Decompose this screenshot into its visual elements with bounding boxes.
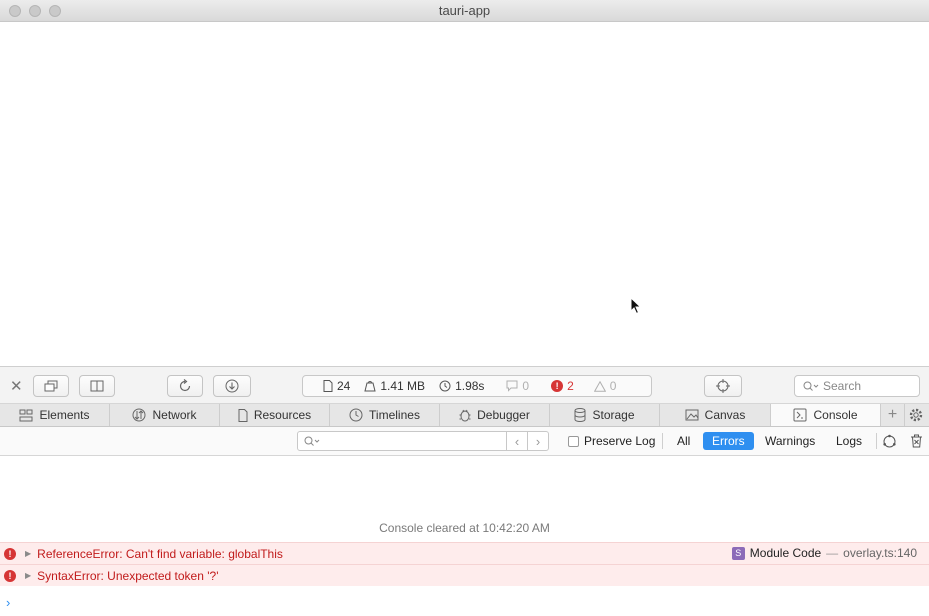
filter-warnings[interactable]: Warnings [756,432,824,450]
window-title: tauri-app [438,3,491,18]
search-placeholder: Search [823,379,862,393]
previous-match-button[interactable]: ‹ [506,431,528,451]
console-cleared-message: Console cleared at 10:42:20 AM [379,521,550,535]
console-message[interactable]: ! ▶ SyntaxError: Unexpected token '?' [0,564,929,586]
cycle-icon [882,434,896,447]
warning-count[interactable]: 0 [593,379,616,393]
resource-count[interactable]: 24 [323,379,350,393]
detach-inspector-button[interactable] [33,375,69,397]
plus-icon: + [887,406,898,423]
console-filter-input[interactable] [297,431,507,451]
filter-search-icon [304,436,320,446]
console-icon [793,408,807,422]
warning-icon [593,380,606,392]
document-icon [323,380,333,392]
gear-icon [909,408,923,422]
settings-button[interactable] [905,404,927,426]
tab-network[interactable]: Network [110,404,220,426]
inspect-element-button[interactable] [704,375,742,397]
add-tab-button[interactable]: + [881,404,905,426]
download-button[interactable] [213,375,251,397]
canvas-icon [685,409,699,421]
preserve-log-toggle[interactable]: Preserve Log [568,434,655,448]
script-badge-icon: S [731,546,745,560]
disclosure-triangle-icon[interactable]: ▶ [25,571,31,580]
close-inspector-icon[interactable]: ✕ [10,377,23,395]
reload-icon [179,379,191,392]
error-icon: ! [4,569,16,582]
chevron-right-icon: › [535,433,541,449]
preserve-log-label: Preserve Log [584,434,656,448]
webview-content[interactable] [0,22,929,366]
dock-side-icon [90,380,104,392]
mouse-cursor-icon [630,297,642,315]
preserve-log-checkbox[interactable] [568,435,579,447]
window-titlebar: tauri-app [0,0,929,22]
error-icon: ! [4,547,16,560]
chevron-left-icon: ‹ [514,433,520,449]
inspector-toolbar: ✕ 24 1.41 MB 1.98s 0 ! 2 0 Search [0,366,929,404]
source-separator: — [826,546,839,560]
load-time[interactable]: 1.98s [439,379,484,393]
console-prompt-icon[interactable]: › [6,595,10,610]
detach-window-icon [44,380,58,392]
timelines-icon [349,408,363,422]
inspector-tabbar: Elements Network Resources Timelines Deb… [0,404,929,427]
console-message[interactable]: ! ▶ ReferenceError: Can't find variable:… [0,542,929,564]
error-text: ReferenceError: Can't find variable: glo… [37,546,283,561]
network-icon [132,408,146,422]
clear-console-button[interactable] [907,432,925,450]
divider [662,433,663,449]
filter-errors[interactable]: Errors [703,432,754,450]
close-window-button[interactable] [9,5,21,17]
resources-icon [238,408,248,422]
zoom-window-button[interactable] [49,5,61,17]
tab-timelines[interactable]: Timelines [330,404,440,426]
search-field[interactable]: Search [794,375,920,397]
error-icon: ! [551,380,564,392]
tab-resources[interactable]: Resources [220,404,330,426]
source-location-link[interactable]: overlay.ts:140 [843,546,917,560]
tab-console[interactable]: Console [771,404,881,426]
error-count[interactable]: ! 2 [551,379,574,393]
tab-storage[interactable]: Storage [550,404,660,426]
clock-icon [439,380,451,392]
elements-icon [19,409,33,421]
minimize-window-button[interactable] [29,5,41,17]
download-icon [225,379,239,393]
storage-icon [574,408,586,422]
search-icon [803,381,819,391]
tab-canvas[interactable]: Canvas [660,404,771,426]
filter-logs[interactable]: Logs [827,432,871,450]
source-label: Module Code [749,546,822,560]
message-source[interactable]: S Module Code — overlay.ts:140 [731,546,917,560]
dock-side-button[interactable] [79,375,115,397]
debugger-icon [459,409,471,422]
tab-debugger[interactable]: Debugger [440,404,550,426]
resource-size[interactable]: 1.41 MB [364,379,425,393]
tab-elements[interactable]: Elements [0,404,110,426]
window-controls [9,5,61,17]
next-match-button[interactable]: › [527,431,549,451]
console-output[interactable]: Console cleared at 10:42:20 AM ! ▶ Refer… [0,456,929,616]
filter-all[interactable]: All [668,432,699,450]
activity-viewer: 24 1.41 MB 1.98s 0 ! 2 0 [302,375,652,397]
divider [876,433,877,449]
reload-button[interactable] [167,375,203,397]
console-filter-bar: ‹ › Preserve Log All Errors Warnings Log… [0,427,929,456]
crosshair-icon [716,379,730,393]
evaluate-context-button[interactable] [880,432,898,450]
disclosure-triangle-icon[interactable]: ▶ [25,549,31,558]
log-count[interactable]: 0 [506,379,529,393]
log-message-icon [506,380,518,392]
weight-icon [364,381,376,392]
error-text: SyntaxError: Unexpected token '?' [37,568,219,583]
trash-icon [910,434,922,448]
